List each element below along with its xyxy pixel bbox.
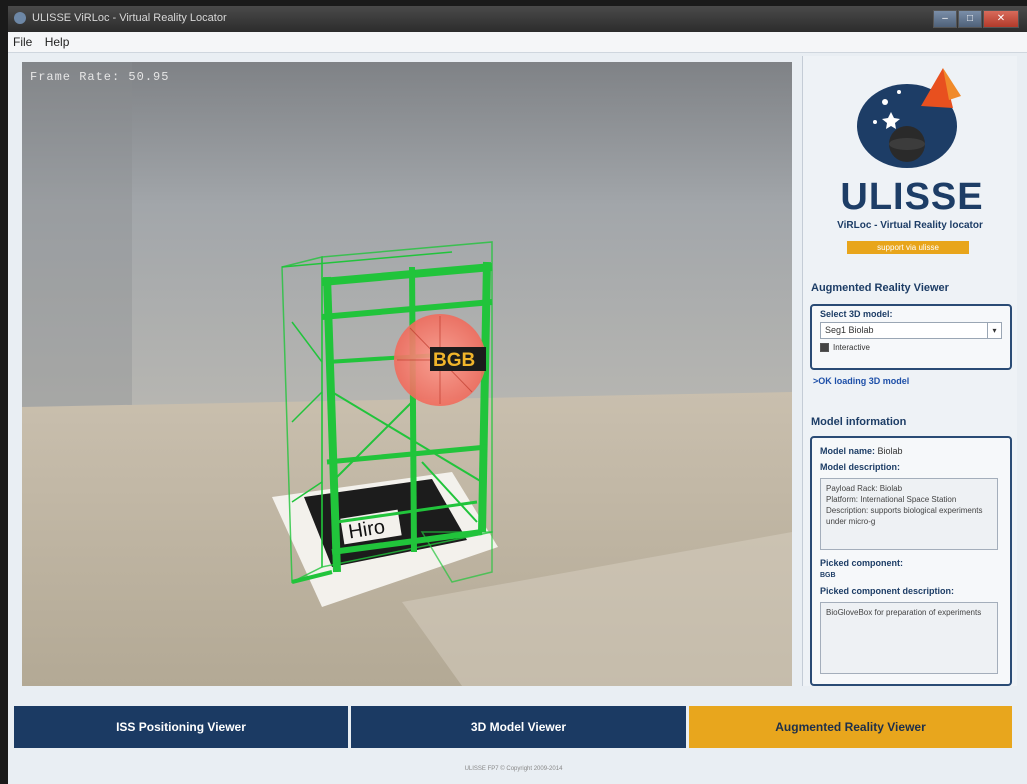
viewer-tabs: ISS Positioning Viewer 3D Model Viewer A… [14, 706, 1012, 748]
picked-description-text[interactable]: BioGloveBox for preparation of experimen… [820, 602, 998, 674]
select-model-label: Select 3D model: [820, 309, 893, 319]
menu-file[interactable]: File [8, 32, 36, 49]
menu-bar: File Help [8, 32, 1027, 53]
selected-model: Seg1 Biolab [825, 325, 874, 335]
picked-description-label: Picked component description: [820, 586, 955, 596]
model-name-value: Biolab [877, 446, 903, 456]
model-info-group: Model name: Biolab Model description: Pa… [810, 436, 1012, 686]
window-controls: – □ ✕ [932, 10, 1019, 28]
model-name-row: Model name: Biolab [820, 446, 903, 456]
logo-subtitle: ViRLoc - Virtual Reality locator [837, 220, 983, 231]
picked-component-value: BGB [820, 572, 836, 579]
window-title: ULISSE ViRLoc - Virtual Reality Locator [32, 12, 227, 24]
model-select-group: Select 3D model: Seg1 Biolab ▾ Interacti… [810, 304, 1012, 370]
minimize-button[interactable]: – [933, 10, 957, 28]
side-panel: ULISSE ViRLoc - Virtual Reality locator … [802, 56, 1017, 686]
checkbox-icon[interactable] [820, 343, 829, 352]
picked-component-label: Picked component: [820, 558, 904, 568]
model-name-label: Model name: [820, 446, 876, 456]
model-description-text[interactable]: Payload Rack: Biolab Platform: Internati… [820, 478, 998, 550]
app-icon [14, 12, 26, 24]
chevron-down-icon[interactable]: ▾ [987, 323, 1001, 338]
interactive-checkbox[interactable]: Interactive [820, 343, 870, 352]
logo-emblem [857, 68, 961, 168]
tab-iss-positioning[interactable]: ISS Positioning Viewer [14, 706, 348, 748]
component-label: BGB [433, 350, 475, 371]
title-bar[interactable]: ULISSE ViRLoc - Virtual Reality Locator … [8, 6, 1027, 32]
close-button[interactable]: ✕ [983, 10, 1019, 28]
frame-rate-readout: Frame Rate: 50.95 [30, 70, 170, 84]
interactive-label: Interactive [833, 343, 870, 352]
model-dropdown[interactable]: Seg1 Biolab ▾ [820, 322, 1002, 339]
maximize-button[interactable]: □ [958, 10, 982, 28]
copyright-footer: ULISSE FP7 © Copyright 2009-2014 [464, 766, 563, 772]
menu-help[interactable]: Help [40, 32, 74, 49]
logo-title: ULISSE [840, 176, 984, 218]
camera-scene: Hiro BGB [22, 62, 792, 686]
ulisse-logo: ULISSE ViRLoc - Virtual Reality locator … [803, 56, 1017, 271]
model-description-label: Model description: [820, 462, 901, 472]
load-status: >OK loading 3D model [813, 376, 910, 386]
support-badge[interactable]: support via ulisse [847, 241, 969, 254]
ar-camera-view[interactable]: Hiro BGB Frame Rate: 50.95 [22, 62, 792, 686]
tab-3d-model[interactable]: 3D Model Viewer [351, 706, 686, 748]
model-info-title: Model information [811, 416, 907, 428]
tab-augmented-reality[interactable]: Augmented Reality Viewer [689, 706, 1012, 748]
ar-viewer-title: Augmented Reality Viewer [811, 282, 949, 294]
